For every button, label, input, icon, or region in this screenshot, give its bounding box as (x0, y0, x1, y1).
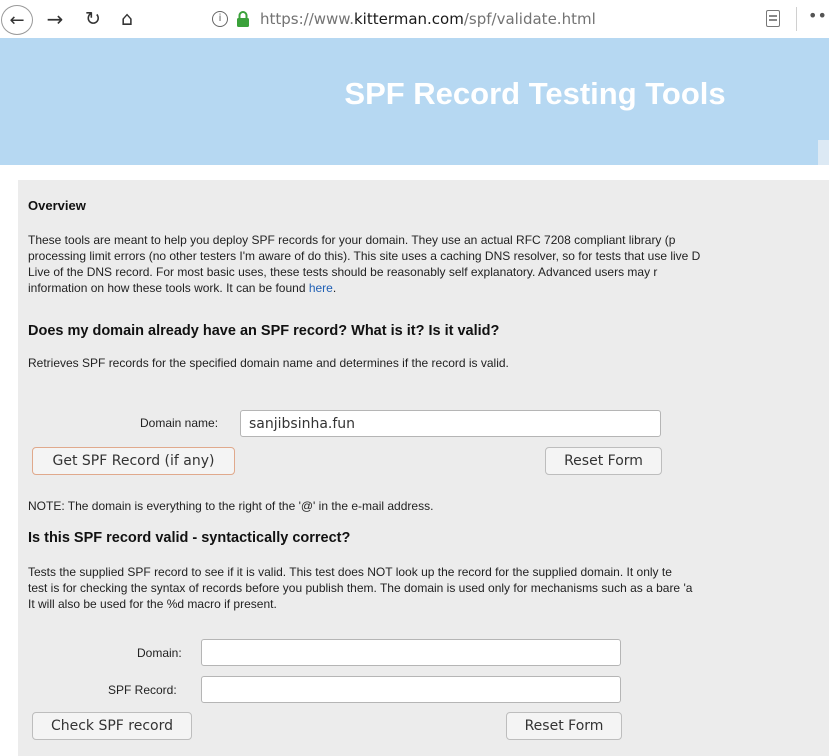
validate-heading: Is this SPF record valid - syntactically… (28, 530, 351, 546)
here-link[interactable]: here (309, 281, 333, 295)
reader-view-icon[interactable] (766, 10, 780, 27)
back-arrow-icon[interactable]: ← (1, 5, 33, 35)
forward-arrow-icon[interactable]: → (40, 4, 70, 34)
spf-record-input[interactable] (201, 676, 621, 703)
overview-heading: Overview (28, 198, 86, 213)
site-info-icon[interactable]: i (212, 11, 228, 27)
address-bar[interactable]: i https://www. kitterman.com/spf/validate… (212, 4, 752, 34)
validate-description: Tests the supplied SPF record to see if … (28, 564, 692, 612)
browser-toolbar: ← → ↻ ⌂ i https://www. kitterman.com/spf/… (0, 0, 829, 38)
domain-input[interactable] (201, 639, 621, 666)
validate-line: Tests the supplied SPF record to see if … (28, 565, 672, 579)
overview-line: Live of the DNS record. For most basic u… (28, 265, 658, 279)
overview-line: processing limit errors (no other tester… (28, 249, 701, 263)
overview-text: These tools are meant to help you deploy… (28, 232, 700, 296)
lookup-heading: Does my domain already have an SPF recor… (28, 323, 500, 339)
overview-line: These tools are meant to help you deploy… (28, 233, 676, 247)
overview-line-end: . (332, 281, 337, 295)
banner-edge (818, 140, 829, 165)
domain-label: Domain: (137, 646, 182, 660)
reset-form-button-2[interactable]: Reset Form (506, 712, 622, 740)
toolbar-divider (796, 7, 797, 31)
url-domain: kitterman.com (353, 10, 464, 28)
validate-line: It will also be used for the %d macro if… (28, 597, 277, 611)
page-title: SPF Record Testing Tools (344, 76, 726, 111)
domain-name-input[interactable] (240, 410, 661, 437)
main-content: Overview These tools are meant to help y… (18, 180, 829, 756)
page-banner: SPF Record Testing Tools (0, 38, 829, 165)
validate-line: test is for checking the syntax of recor… (28, 581, 693, 595)
spf-record-label: SPF Record: (108, 683, 177, 697)
url-path: /spf/validate.html (463, 10, 596, 28)
more-menu-icon[interactable]: ••• (808, 6, 829, 25)
url-prefix: https://www. (260, 10, 354, 28)
reload-icon[interactable]: ↻ (78, 4, 108, 34)
check-spf-record-button[interactable]: Check SPF record (32, 712, 192, 740)
domain-name-label: Domain name: (140, 416, 219, 430)
get-spf-record-button[interactable]: Get SPF Record (if any) (32, 447, 235, 475)
lock-icon (237, 11, 249, 27)
overview-line: information on how these tools work. It … (28, 280, 700, 296)
reset-form-button[interactable]: Reset Form (545, 447, 662, 475)
overview-line-text: information on how these tools work. It … (28, 281, 309, 295)
home-icon[interactable]: ⌂ (112, 4, 142, 34)
domain-note: NOTE: The domain is everything to the ri… (28, 499, 434, 513)
lookup-description: Retrieves SPF records for the specified … (28, 356, 509, 370)
